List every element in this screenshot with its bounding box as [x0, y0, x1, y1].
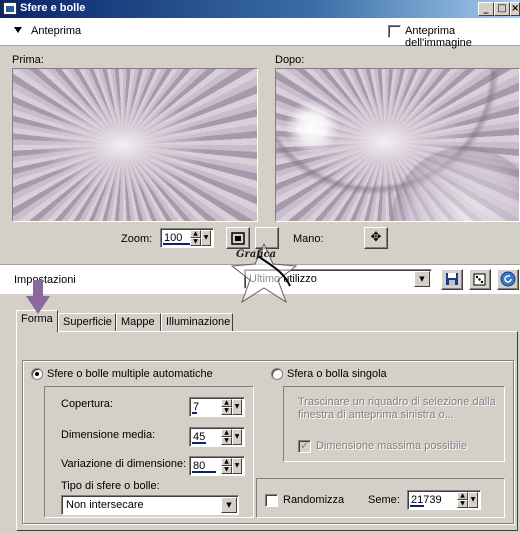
max-size-label: Dimensione massima possibile [316, 440, 468, 452]
variazione-down-arrow-icon[interactable]: ▼ [221, 466, 232, 474]
tipo-label: Tipo di sfere o bolle: [61, 480, 160, 492]
tab-illuminazione[interactable]: Illuminazione [161, 313, 233, 331]
floppy-disk-icon [446, 273, 458, 285]
variazione-label: Variazione di dimensione: [61, 458, 187, 470]
preview-bar: Anteprima Anteprima dell'immagine [0, 18, 520, 49]
maximize-button[interactable]: □ [494, 2, 510, 16]
dimensione-media-label: Dimensione media: [61, 429, 156, 441]
single-sphere-radio[interactable] [271, 368, 283, 380]
variazione-dropdown-icon[interactable]: ▼ [232, 458, 242, 474]
app-icon [3, 2, 17, 15]
tipo-select[interactable]: Non intersecare ▼ [61, 495, 239, 515]
seme-up-arrow-icon[interactable]: ▲ [457, 492, 468, 500]
copertura-dropdown-icon[interactable]: ▼ [232, 399, 242, 415]
randomize-button[interactable] [469, 269, 491, 290]
zoom-down-arrow-icon[interactable]: ▼ [190, 238, 201, 246]
zoom-slider-bar [163, 243, 191, 245]
copertura-down-arrow-icon[interactable]: ▼ [221, 407, 232, 415]
save-preset-button[interactable] [441, 269, 463, 290]
zoom-dropdown-icon[interactable]: ▼ [201, 230, 211, 246]
multi-spheres-radio[interactable] [31, 368, 43, 380]
randomizza-checkbox[interactable] [265, 494, 278, 507]
copertura-slider-bar [192, 412, 197, 414]
reset-button[interactable] [497, 269, 519, 290]
after-label: Dopo: [275, 54, 305, 66]
dice-icon [473, 273, 486, 286]
zoom-spinner[interactable]: 100 ▲ ▼ ▼ [160, 228, 214, 248]
variazione-spinner[interactable]: 80 ▲ ▼ ▼ [189, 456, 245, 476]
title-bar: Sfere e bolle _ □ × [0, 0, 520, 18]
tab-superficie[interactable]: Superficie [58, 313, 116, 331]
seme-slider-bar [410, 505, 424, 507]
watermark-text: Grafica [236, 249, 277, 260]
pointer-arrow-icon [26, 280, 50, 314]
reset-circle-icon [500, 271, 516, 287]
variazione-up-arrow-icon[interactable]: ▲ [221, 458, 232, 466]
move-icon: ✥ [370, 230, 382, 245]
preview-image-label: Anteprima dell'immagine [405, 25, 472, 49]
seme-label: Seme: [368, 494, 400, 506]
zoom-label: Zoom: [121, 233, 153, 245]
seme-dropdown-icon[interactable]: ▼ [468, 492, 478, 508]
before-preview-image[interactable] [12, 68, 258, 222]
dimensione-media-down-arrow-icon[interactable]: ▼ [221, 437, 232, 445]
variazione-slider-bar [192, 471, 216, 473]
seme-down-arrow-icon[interactable]: ▼ [457, 500, 468, 508]
hand-button[interactable]: ✥ [364, 227, 388, 249]
collapse-arrow-icon[interactable] [14, 27, 22, 33]
dimensione-media-slider-bar [192, 442, 206, 444]
tipo-value: Non intersecare [66, 499, 144, 511]
copertura-spinner[interactable]: 7 ▲ ▼ ▼ [189, 397, 245, 417]
after-preview-image[interactable] [275, 68, 520, 222]
copertura-label: Copertura: [61, 398, 113, 410]
single-sphere-hint: Trascinare un riquadro di selezione dall… [298, 396, 496, 421]
preview-image-checkbox[interactable] [388, 25, 401, 38]
dimensione-media-spinner[interactable]: 45 ▲ ▼ ▼ [189, 427, 245, 447]
max-size-checkbox[interactable] [298, 439, 311, 453]
tab-mappe[interactable]: Mappe [116, 313, 161, 331]
minimize-button[interactable]: _ [478, 2, 494, 16]
preset-dropdown-icon[interactable]: ▼ [414, 271, 430, 287]
before-label: Prima: [12, 54, 44, 66]
single-sphere-label[interactable]: Sfera o bolla singola [287, 368, 387, 380]
preview-toggle-label[interactable]: Anteprima [31, 25, 81, 37]
copertura-up-arrow-icon[interactable]: ▲ [221, 399, 232, 407]
window-title: Sfere e bolle [20, 2, 86, 14]
multi-spheres-label[interactable]: Sfere o bolle multiple automatiche [47, 368, 213, 380]
close-button[interactable]: × [510, 2, 520, 16]
dimensione-media-up-arrow-icon[interactable]: ▲ [221, 429, 232, 437]
randomizza-label: Randomizza [283, 494, 345, 506]
dimensione-media-dropdown-icon[interactable]: ▼ [232, 429, 242, 445]
tipo-dropdown-icon[interactable]: ▼ [221, 497, 237, 513]
zoom-up-arrow-icon[interactable]: ▲ [190, 230, 201, 238]
seme-spinner[interactable]: 21739 ▲ ▼ ▼ [407, 490, 481, 510]
